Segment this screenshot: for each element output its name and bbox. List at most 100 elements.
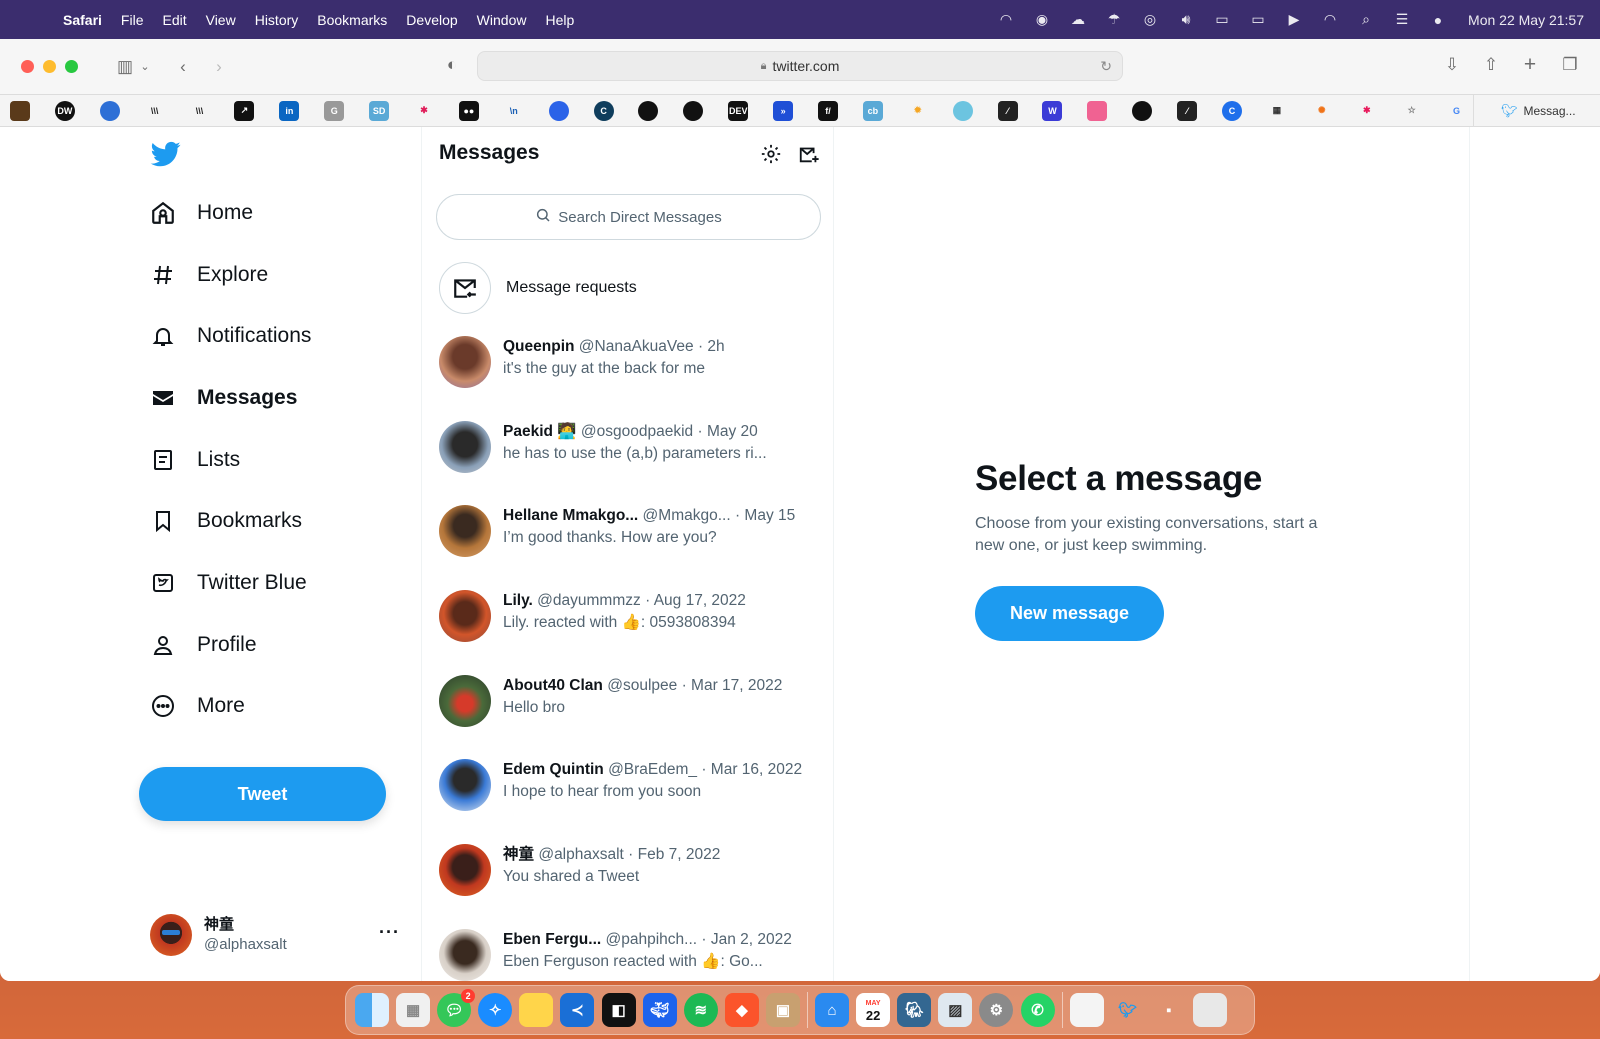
browser-tab[interactable]: 🐦︎ Messag...	[1473, 95, 1600, 127]
menu-develop[interactable]: Develop	[406, 12, 457, 28]
launchpad-icon[interactable]: ▦	[396, 993, 431, 1027]
conversation-item[interactable]: Eben Fergu... @pahpihch... · Jan 2, 2022…	[423, 914, 833, 981]
volume-icon[interactable]: 🔊︎	[1176, 11, 1196, 28]
zoom-window-button[interactable]	[65, 60, 78, 73]
status-icon-weather[interactable]: ☂	[1104, 11, 1124, 28]
system-settings-icon[interactable]: ⚙	[979, 993, 1014, 1027]
menu-edit[interactable]: Edit	[162, 12, 186, 28]
share-icon[interactable]: ⇧	[1478, 55, 1504, 75]
menu-help[interactable]: Help	[545, 12, 574, 28]
bookmark-favicon[interactable]: DW	[54, 100, 75, 121]
bookmark-favicon[interactable]: SD	[369, 100, 390, 121]
linkedin-icon[interactable]: in	[279, 100, 300, 121]
bookmark-favicon[interactable]	[1087, 100, 1108, 121]
bookmark-favicon[interactable]: W	[1042, 100, 1063, 121]
github-icon[interactable]	[1132, 100, 1153, 121]
more-options-icon[interactable]: ···	[379, 922, 400, 943]
bookmark-favicon[interactable]: cb	[862, 100, 883, 121]
bookmark-favicon[interactable]: ↗	[234, 100, 255, 121]
conversation-item[interactable]: Queenpin @NanaAkuaVee · 2h it's the guy …	[423, 321, 833, 406]
calendar-icon[interactable]: MAY 22	[856, 993, 891, 1027]
nav-lists[interactable]: Lists	[130, 429, 311, 491]
sidebar-toggle-icon[interactable]: ▥	[112, 57, 138, 77]
menu-view[interactable]: View	[206, 12, 236, 28]
star-icon[interactable]: ☆	[1401, 100, 1422, 121]
status-icon-app[interactable]: ◉	[1032, 11, 1052, 28]
tab-overview-icon[interactable]: ❐	[1557, 55, 1583, 75]
slack-icon[interactable]: ✱	[414, 100, 435, 121]
status-icon-airdrop[interactable]: ◎	[1140, 11, 1160, 28]
bookmark-favicon[interactable]: ⁄	[997, 100, 1018, 121]
app-store-icon[interactable]: ⌂	[815, 993, 850, 1027]
bookmark-favicon[interactable]: C	[593, 100, 614, 121]
chevron-down-icon[interactable]: ⌄	[138, 60, 152, 73]
play-icon[interactable]: ▶	[1284, 11, 1304, 28]
spotlight-search-icon[interactable]: ⌕	[1356, 11, 1376, 28]
control-center-icon[interactable]: ☰	[1392, 11, 1412, 28]
bookmark-favicon[interactable]: f/	[818, 100, 839, 121]
docker-icon[interactable]: 🐳︎	[642, 993, 677, 1027]
status-icon-display[interactable]: ▭	[1212, 11, 1232, 28]
bookmark-favicon[interactable]: ✺	[1311, 100, 1332, 121]
address-bar[interactable]: 🔒︎ twitter.com ↻	[477, 51, 1123, 81]
dev-icon[interactable]: DEV	[728, 100, 749, 121]
menubar-clock[interactable]: Mon 22 May 21:57	[1468, 12, 1584, 28]
menu-bookmarks[interactable]: Bookmarks	[317, 12, 387, 28]
account-switcher[interactable]: 神童 @alphaxsalt ···	[150, 912, 410, 958]
tweet-button[interactable]: Tweet	[139, 767, 386, 821]
archive-utility-icon[interactable]: ▣	[765, 993, 800, 1027]
new-message-button[interactable]: New message	[975, 586, 1164, 641]
notes-icon[interactable]	[519, 993, 554, 1027]
bookmark-favicon[interactable]: ⁄	[1177, 100, 1198, 121]
conversation-item[interactable]: Lily. @dayummmzz · Aug 17, 2022 Lily. re…	[423, 575, 833, 660]
new-message-icon[interactable]	[797, 142, 821, 166]
menu-history[interactable]: History	[255, 12, 299, 28]
new-tab-icon[interactable]: +	[1517, 53, 1543, 77]
preview-icon[interactable]: ▨	[938, 993, 973, 1027]
nav-home[interactable]: Home	[130, 182, 311, 244]
nav-more[interactable]: More	[130, 676, 311, 738]
bookmark-favicon[interactable]	[99, 100, 120, 121]
bookmark-favicon[interactable]	[10, 100, 30, 121]
bookmark-favicon[interactable]: \\\	[144, 100, 165, 121]
nav-explore[interactable]: Explore	[130, 244, 311, 306]
menu-file[interactable]: File	[121, 12, 144, 28]
bookmark-favicon[interactable]: »	[773, 100, 794, 121]
menu-window[interactable]: Window	[477, 12, 527, 28]
calculator-icon[interactable]: ▦	[1266, 100, 1287, 121]
conversation-item[interactable]: 神童 @alphaxsalt · Feb 7, 2022 You shared …	[423, 829, 833, 914]
bookmark-favicon[interactable]: \n	[503, 100, 524, 121]
nav-messages[interactable]: Messages	[130, 367, 311, 429]
nav-notifications[interactable]: Notifications	[130, 305, 311, 367]
conversation-item[interactable]: About40 Clan @soulpee · Mar 17, 2022 Hel…	[423, 660, 833, 745]
minimize-window-button[interactable]	[43, 60, 56, 73]
github-icon[interactable]	[683, 100, 704, 121]
bookmark-favicon[interactable]: G	[324, 100, 345, 121]
vscode-icon[interactable]: ≺	[560, 993, 595, 1027]
status-icon-cloud[interactable]: ☁	[1068, 11, 1088, 28]
cursor-app-icon[interactable]: ◧	[601, 993, 636, 1027]
finder-icon[interactable]	[355, 993, 389, 1027]
battery-icon[interactable]: ▭	[1248, 11, 1268, 28]
wifi-icon[interactable]: ◠	[1320, 11, 1340, 28]
search-input[interactable]: Search Direct Messages	[436, 194, 821, 240]
twitter-window-thumbnail[interactable]: 🐦︎	[1111, 993, 1145, 1027]
bookmark-favicon[interactable]: C	[1222, 100, 1243, 121]
forward-icon[interactable]: ›	[206, 57, 232, 77]
close-window-button[interactable]	[21, 60, 34, 73]
privacy-shield-icon[interactable]: ◐	[439, 55, 465, 75]
siri-icon[interactable]: ●	[1428, 12, 1448, 28]
bookmark-favicon[interactable]	[548, 100, 569, 121]
brave-icon[interactable]: ◆	[724, 993, 759, 1027]
back-icon[interactable]: ‹	[170, 57, 196, 77]
conversation-item[interactable]: Hellane Mmakgo... @Mmakgo... · May 15 I’…	[423, 490, 833, 575]
conversation-item[interactable]: Edem Quintin @BraEdem_ · Mar 16, 2022 I …	[423, 744, 833, 829]
menu-app-name[interactable]: Safari	[63, 12, 102, 28]
medium-icon[interactable]: ●●	[458, 100, 479, 121]
bookmark-favicon[interactable]	[952, 100, 973, 121]
downloads-icon[interactable]: ⇩	[1439, 55, 1465, 75]
messages-app-icon[interactable]: 💬︎ 2	[437, 989, 476, 1027]
nav-bookmarks[interactable]: Bookmarks	[130, 490, 311, 552]
bookmark-favicon[interactable]: ✱	[1356, 100, 1377, 121]
bookmark-favicon[interactable]: ✹	[907, 100, 928, 121]
